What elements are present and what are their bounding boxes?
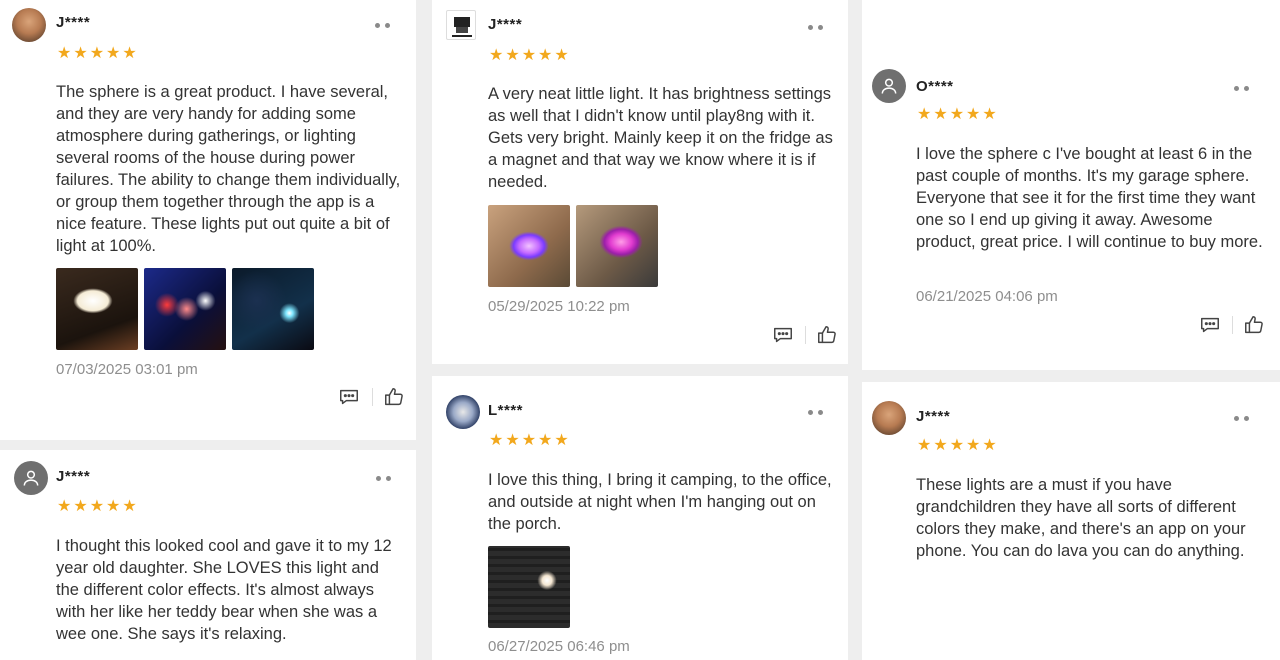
review-photo[interactable] xyxy=(56,268,138,350)
reviewer-name: O**** xyxy=(916,78,954,95)
star-rating: ★★★★★ xyxy=(489,432,571,449)
review-card: L**** ★★★★★ I love this thing, I bring i… xyxy=(432,376,848,660)
more-dots-icon[interactable] xyxy=(375,20,397,30)
user-icon xyxy=(881,78,897,94)
review-photo[interactable] xyxy=(144,268,226,350)
star-rating: ★★★★★ xyxy=(917,106,999,123)
more-dots-icon[interactable] xyxy=(1234,413,1256,423)
review-card: J**** ★★★★★ I thought this looked cool a… xyxy=(0,450,416,660)
review-date: 06/21/2025 04:06 pm xyxy=(916,288,1058,305)
more-dots-icon[interactable] xyxy=(808,22,830,32)
star-rating: ★★★★★ xyxy=(489,47,571,64)
reviewer-avatar xyxy=(446,10,476,40)
thumbs-up-icon[interactable] xyxy=(816,324,838,346)
star-rating: ★★★★★ xyxy=(57,498,139,515)
more-dots-icon[interactable] xyxy=(376,473,398,483)
divider xyxy=(805,326,806,344)
comment-icon[interactable] xyxy=(338,386,360,408)
reviewer-avatar xyxy=(446,395,480,429)
more-dots-icon[interactable] xyxy=(1234,83,1256,93)
review-text: A very neat little light. It has brightn… xyxy=(488,85,833,191)
divider xyxy=(372,388,373,406)
reviewer-avatar xyxy=(872,401,906,435)
comment-icon[interactable] xyxy=(772,324,794,346)
review-photo[interactable] xyxy=(488,546,570,628)
thumbs-up-icon[interactable] xyxy=(383,386,405,408)
reviewer-avatar xyxy=(872,69,906,103)
review-date: 06/27/2025 06:46 pm xyxy=(488,638,630,655)
review-text: The sphere is a great product. I have se… xyxy=(56,83,401,255)
divider xyxy=(1232,316,1233,334)
reviewer-name: L**** xyxy=(488,402,524,419)
review-card: J**** ★★★★★ These lights are a must if y… xyxy=(862,382,1280,660)
review-text: I love this thing, I bring it camping, t… xyxy=(488,471,832,533)
review-text: I thought this looked cool and gave it t… xyxy=(56,537,392,643)
user-icon xyxy=(23,470,39,486)
reviewer-avatar xyxy=(14,461,48,495)
review-photo[interactable] xyxy=(232,268,314,350)
reviewer-name: J**** xyxy=(916,408,951,425)
review-text: I love the sphere c I've bought at least… xyxy=(916,145,1263,251)
more-dots-icon[interactable] xyxy=(808,407,830,417)
reviewer-name: J**** xyxy=(488,16,523,33)
reviewer-avatar xyxy=(12,8,46,42)
review-card: O**** ★★★★★ I love the sphere c I've bou… xyxy=(862,0,1280,370)
thumbs-up-icon[interactable] xyxy=(1243,314,1265,336)
review-date: 05/29/2025 10:22 pm xyxy=(488,298,630,315)
reviewer-name: J**** xyxy=(56,468,91,485)
star-rating: ★★★★★ xyxy=(917,437,999,454)
review-card: J**** ★★★★★ A very neat little light. It… xyxy=(432,0,848,364)
review-date: 07/03/2025 03:01 pm xyxy=(56,361,198,378)
review-card: J**** ★★★★★ The sphere is a great produc… xyxy=(0,0,416,440)
reviewer-name: J**** xyxy=(56,14,91,31)
star-rating: ★★★★★ xyxy=(57,45,139,62)
comment-icon[interactable] xyxy=(1199,314,1221,336)
review-photo[interactable] xyxy=(488,205,570,287)
review-text: These lights are a must if you have gran… xyxy=(916,476,1246,560)
review-photo[interactable] xyxy=(576,205,658,287)
